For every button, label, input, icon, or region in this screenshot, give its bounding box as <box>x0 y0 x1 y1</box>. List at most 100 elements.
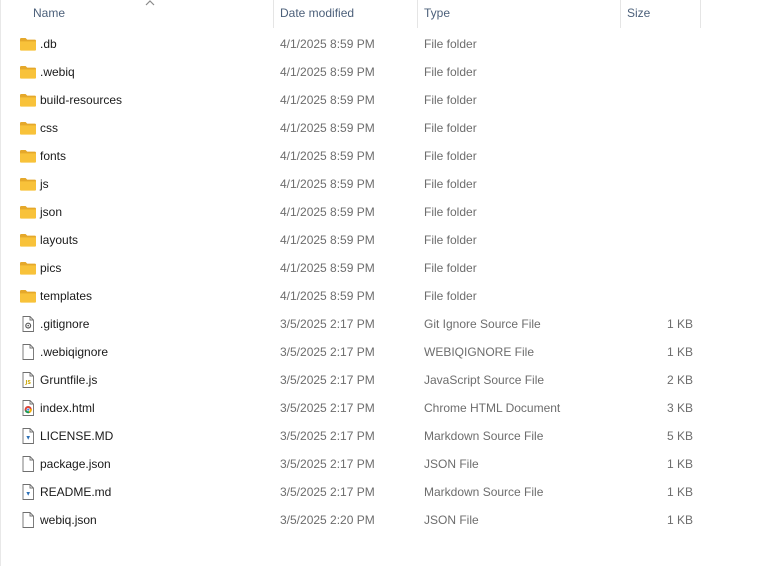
folder-icon <box>19 64 37 80</box>
file-row[interactable]: README.md 3/5/2025 2:17 PM Markdown Sour… <box>0 478 783 506</box>
folder-icon <box>19 148 37 164</box>
file-name: css <box>40 121 58 135</box>
file-type: Markdown Source File <box>424 485 544 499</box>
file-row[interactable]: build-resources 4/1/2025 8:59 PM File fo… <box>0 86 783 114</box>
file-type: Git Ignore Source File <box>424 317 541 331</box>
file-name: index.html <box>40 401 95 415</box>
file-size: 1 KB <box>666 513 693 527</box>
file-type: Markdown Source File <box>424 429 544 443</box>
file-row[interactable]: json 4/1/2025 8:59 PM File folder <box>0 198 783 226</box>
file-type: File folder <box>424 205 477 219</box>
folder-icon <box>19 232 37 248</box>
file-list-view: Name Date modified Type Size .db 4/1/202… <box>0 0 783 566</box>
folder-icon <box>19 120 37 136</box>
column-header-size[interactable]: Size <box>627 0 650 28</box>
markdown-file-icon <box>19 428 37 444</box>
file-row[interactable]: webiq.json 3/5/2025 2:20 PM JSON File 1 … <box>0 506 783 534</box>
chrome-file-icon <box>19 400 37 416</box>
file-name: .gitignore <box>40 317 90 331</box>
file-name: layouts <box>40 233 79 247</box>
file-row[interactable]: .gitignore 3/5/2025 2:17 PM Git Ignore S… <box>0 310 783 338</box>
file-size <box>626 170 693 198</box>
folder-icon <box>19 176 37 192</box>
file-row[interactable]: .webiqignore 3/5/2025 2:17 PM WEBIQIGNOR… <box>0 338 783 366</box>
folder-icon <box>19 204 37 220</box>
file-name: .webiq <box>40 65 75 79</box>
file-type: JavaScript Source File <box>424 373 545 387</box>
file-row[interactable]: package.json 3/5/2025 2:17 PM JSON File … <box>0 450 783 478</box>
column-resize-handle[interactable] <box>273 0 274 28</box>
file-rows: .db 4/1/2025 8:59 PM File folder .webiq … <box>0 30 783 534</box>
file-row[interactable]: .db 4/1/2025 8:59 PM File folder <box>0 30 783 58</box>
file-size: 1 KB <box>666 345 693 359</box>
file-size <box>626 142 693 170</box>
file-type: File folder <box>424 289 477 303</box>
column-header-bar: Name Date modified Type Size <box>0 0 783 28</box>
file-size <box>626 58 693 86</box>
file-name: .webiqignore <box>40 345 109 359</box>
file-type: File folder <box>424 93 477 107</box>
file-name: build-resources <box>40 93 123 107</box>
file-type: File folder <box>424 37 477 51</box>
folder-icon <box>19 288 37 304</box>
file-row[interactable]: fonts 4/1/2025 8:59 PM File folder <box>0 142 783 170</box>
file-date-modified: 4/1/2025 8:59 PM <box>280 121 375 135</box>
file-name: webiq.json <box>40 513 97 527</box>
file-size: 5 KB <box>666 429 693 443</box>
file-name: json <box>40 205 63 219</box>
sort-up-caret-icon <box>145 0 155 6</box>
file-row[interactable]: js 4/1/2025 8:59 PM File folder <box>0 170 783 198</box>
file-date-modified: 3/5/2025 2:17 PM <box>280 485 375 499</box>
file-date-modified: 3/5/2025 2:17 PM <box>280 457 375 471</box>
file-row[interactable]: .webiq 4/1/2025 8:59 PM File folder <box>0 58 783 86</box>
file-size: 2 KB <box>666 373 693 387</box>
file-type: File folder <box>424 121 477 135</box>
file-size: 1 KB <box>666 457 693 471</box>
file-size <box>626 114 693 142</box>
file-row[interactable]: css 4/1/2025 8:59 PM File folder <box>0 114 783 142</box>
file-name: pics <box>40 261 62 275</box>
column-header-type[interactable]: Type <box>424 0 450 28</box>
file-size <box>626 198 693 226</box>
file-type: File folder <box>424 233 477 247</box>
file-row[interactable]: layouts 4/1/2025 8:59 PM File folder <box>0 226 783 254</box>
file-date-modified: 3/5/2025 2:17 PM <box>280 317 375 331</box>
file-name: .db <box>40 37 57 51</box>
file-date-modified: 4/1/2025 8:59 PM <box>280 261 375 275</box>
file-name: package.json <box>40 457 111 471</box>
file-name: LICENSE.MD <box>40 429 114 443</box>
file-date-modified: 4/1/2025 8:59 PM <box>280 177 375 191</box>
file-size: 1 KB <box>666 485 693 499</box>
file-type: File folder <box>424 177 477 191</box>
file-type: WEBIQIGNORE File <box>424 345 535 359</box>
file-type: JSON File <box>424 513 479 527</box>
svg-text:JS: JS <box>24 380 31 386</box>
file-date-modified: 4/1/2025 8:59 PM <box>280 205 375 219</box>
file-size <box>626 254 693 282</box>
file-size: 1 KB <box>666 317 693 331</box>
file-date-modified: 3/5/2025 2:17 PM <box>280 401 375 415</box>
file-date-modified: 4/1/2025 8:59 PM <box>280 65 375 79</box>
file-date-modified: 4/1/2025 8:59 PM <box>280 289 375 303</box>
file-type: File folder <box>424 149 477 163</box>
column-resize-handle[interactable] <box>417 0 418 28</box>
file-row[interactable]: JS Gruntfile.js 3/5/2025 2:17 PM JavaScr… <box>0 366 783 394</box>
file-row[interactable]: templates 4/1/2025 8:59 PM File folder <box>0 282 783 310</box>
folder-icon <box>19 260 37 276</box>
file-name: templates <box>40 289 93 303</box>
column-header-date-modified[interactable]: Date modified <box>280 0 354 28</box>
file-row[interactable]: LICENSE.MD 3/5/2025 2:17 PM Markdown Sou… <box>0 422 783 450</box>
file-row[interactable]: pics 4/1/2025 8:59 PM File folder <box>0 254 783 282</box>
file-size <box>626 282 693 310</box>
column-resize-handle[interactable] <box>620 0 621 28</box>
file-date-modified: 3/5/2025 2:17 PM <box>280 345 375 359</box>
gear-file-icon <box>19 316 37 332</box>
column-header-name[interactable]: Name <box>33 0 65 28</box>
file-size <box>626 226 693 254</box>
file-row[interactable]: index.html 3/5/2025 2:17 PM Chrome HTML … <box>0 394 783 422</box>
markdown-file-icon <box>19 484 37 500</box>
file-type: File folder <box>424 261 477 275</box>
file-date-modified: 4/1/2025 8:59 PM <box>280 149 375 163</box>
column-resize-handle[interactable] <box>700 0 701 28</box>
file-date-modified: 4/1/2025 8:59 PM <box>280 37 375 51</box>
